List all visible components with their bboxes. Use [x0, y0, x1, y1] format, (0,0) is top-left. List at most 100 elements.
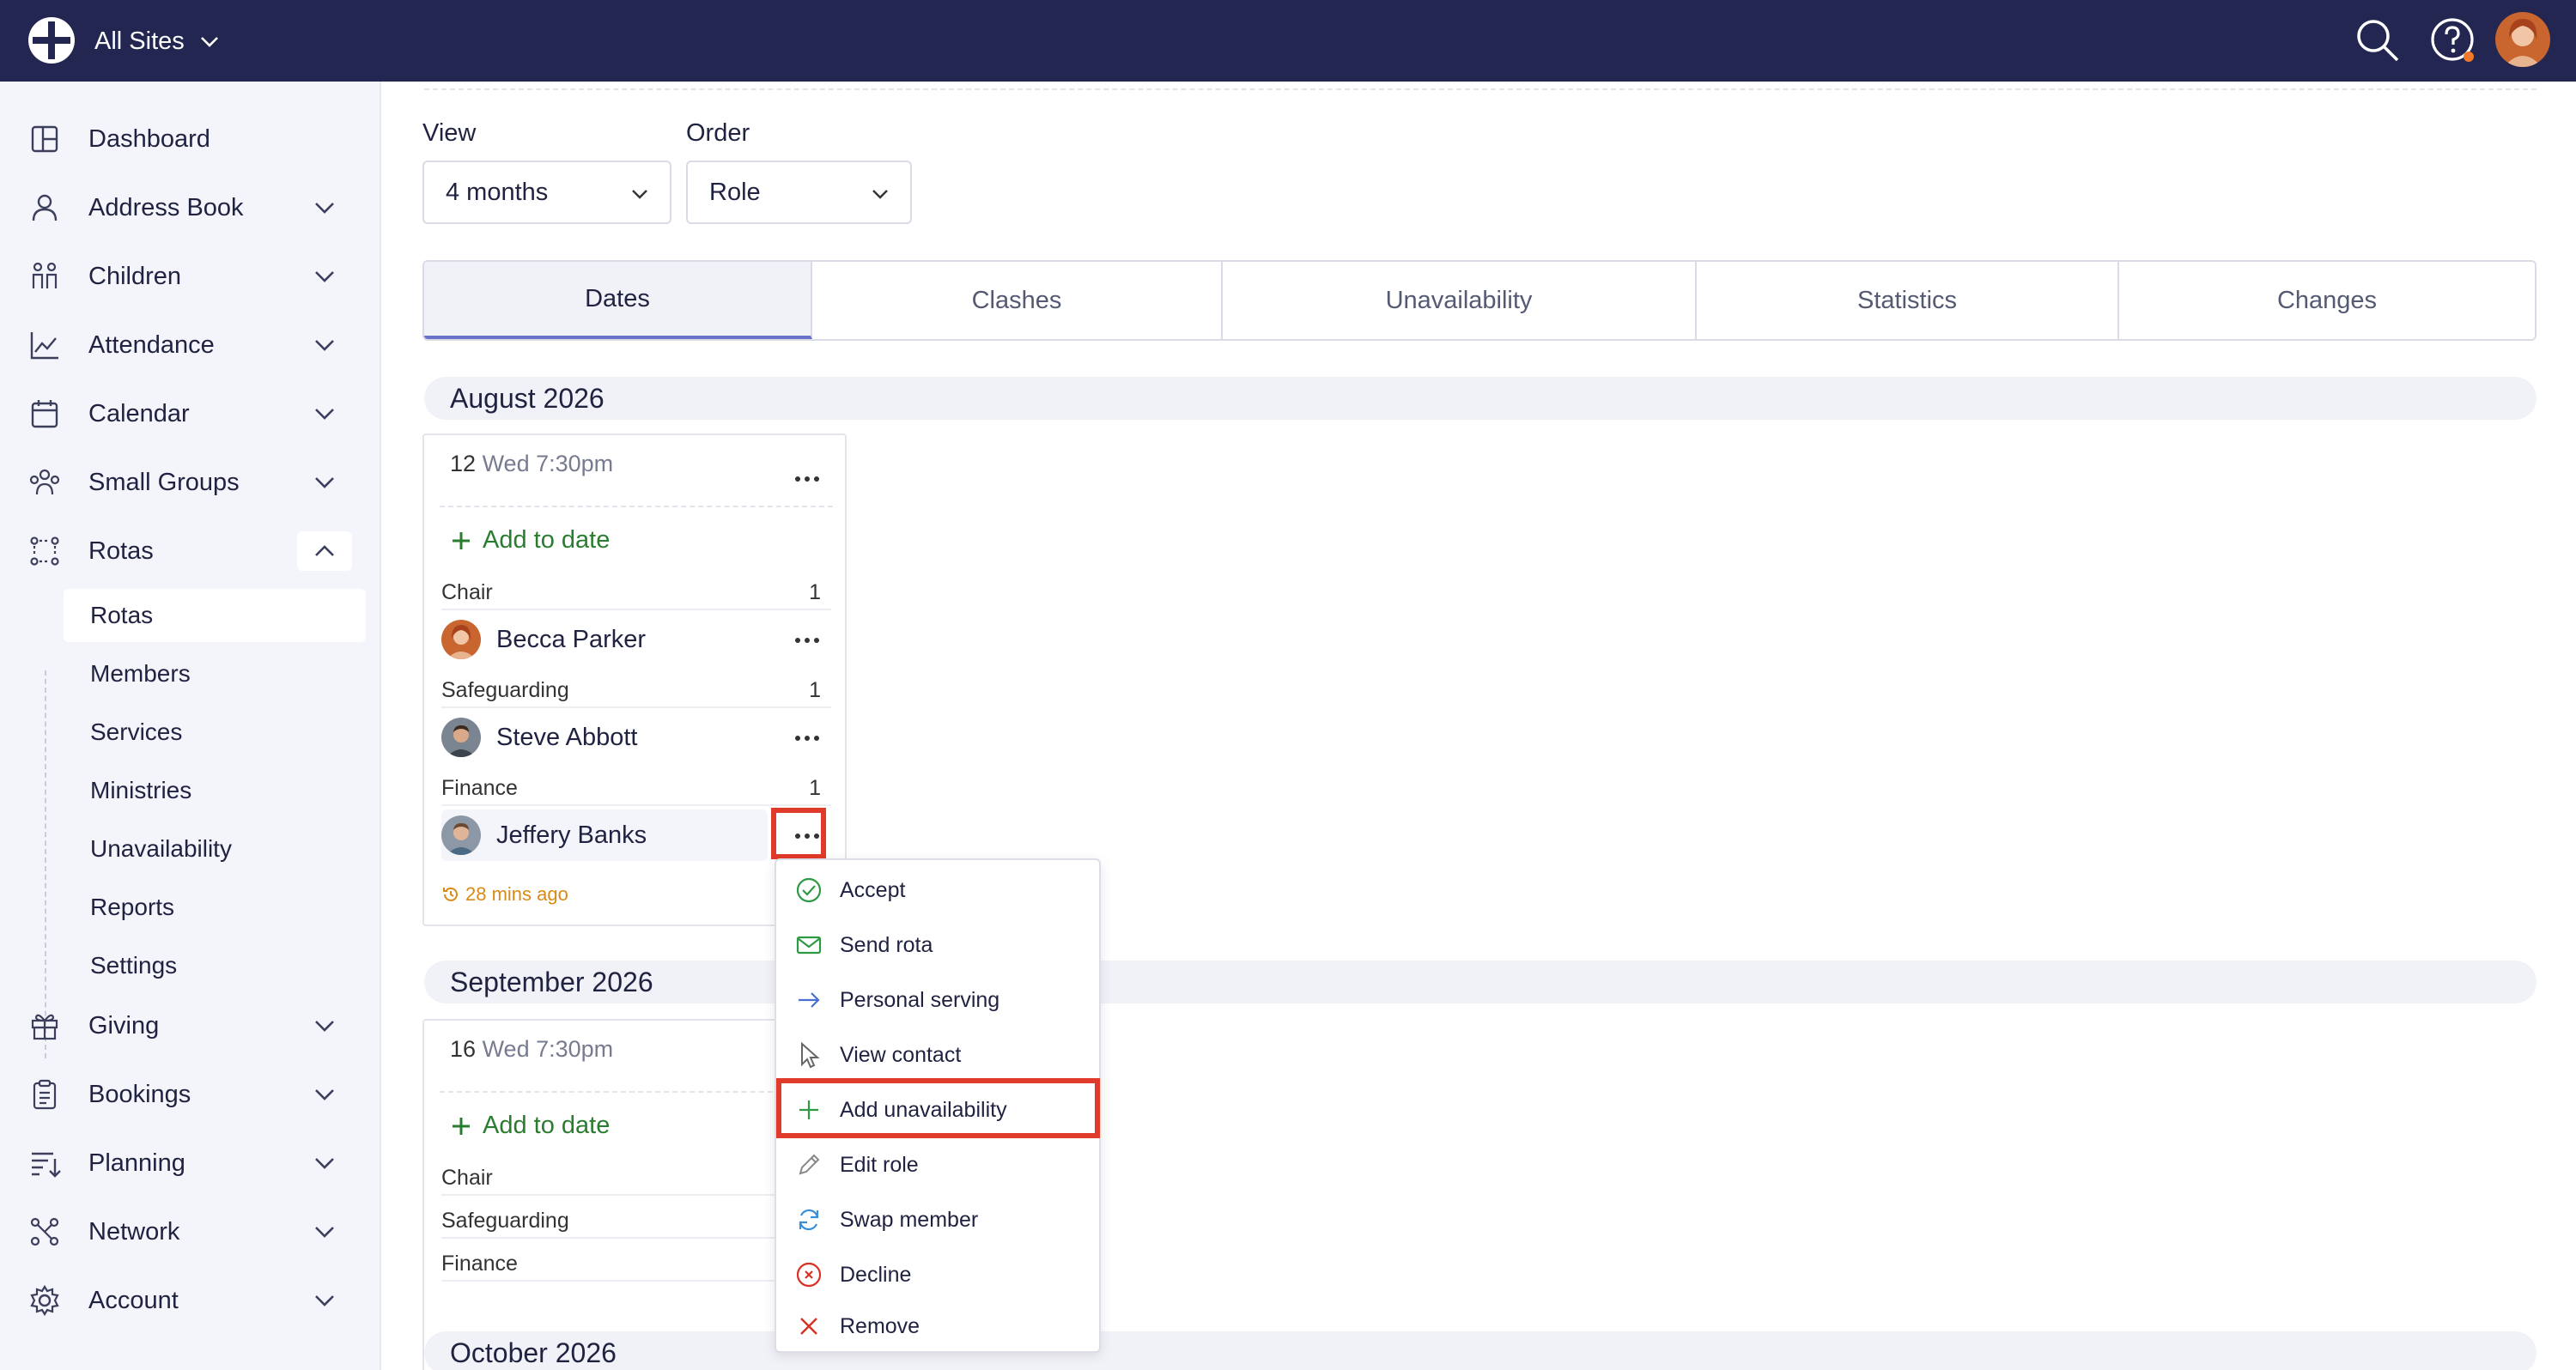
- tab-dates[interactable]: Dates: [424, 262, 812, 339]
- sidebar-item-label: Address Book: [88, 193, 244, 221]
- sidebar-subitem-members[interactable]: Members: [64, 647, 366, 700]
- divider: [424, 88, 2537, 90]
- card-date: 12 Wed 7:30pm: [450, 451, 613, 477]
- chart-icon: [30, 332, 58, 360]
- sidebar-item-rotas[interactable]: Rotas: [0, 521, 381, 581]
- sidebar-item-children[interactable]: Children: [0, 246, 381, 306]
- member-name[interactable]: Steve Abbott: [496, 724, 637, 752]
- view-label: View: [422, 119, 477, 147]
- sidebar-item-account[interactable]: Account: [0, 1270, 381, 1331]
- chevron-down-icon: [315, 203, 334, 214]
- month-header: August 2026: [424, 377, 2537, 420]
- chevron-down-icon: [200, 37, 218, 47]
- member-more-button[interactable]: [788, 627, 826, 653]
- sidebar-subitem-rotas[interactable]: Rotas: [64, 589, 366, 642]
- card-more-button[interactable]: [788, 466, 826, 492]
- menu-item-decline[interactable]: Decline: [778, 1248, 1099, 1301]
- children-icon: [32, 262, 58, 288]
- sidebar-item-label: Dashboard: [88, 124, 210, 153]
- card-date: 16 Wed 7:30pm: [450, 1036, 613, 1063]
- order-label: Order: [686, 119, 750, 147]
- chevron-down-icon: [315, 271, 334, 282]
- menu-item-send-rota[interactable]: Send rota: [778, 918, 1099, 972]
- sidebar-subitem-unavailability[interactable]: Unavailability: [64, 822, 366, 876]
- envelope-icon: [796, 936, 822, 955]
- member-name[interactable]: Jeffery Banks: [496, 821, 647, 850]
- role-name: Chair: [441, 579, 493, 604]
- highlight-box: [776, 1078, 1100, 1138]
- month-header: October 2026: [424, 1331, 2537, 1370]
- avatar: [441, 718, 481, 757]
- menu-item-label: Personal serving: [840, 987, 1000, 1012]
- chevron-down-icon: [315, 477, 334, 488]
- person-icon: [32, 194, 58, 221]
- member-row: Steve Abbott: [441, 712, 831, 763]
- menu-item-label: Send rota: [840, 932, 933, 957]
- sidebar-subitem-reports[interactable]: Reports: [64, 881, 366, 934]
- sidebar-subitem-settings[interactable]: Settings: [64, 939, 366, 992]
- logo-icon[interactable]: [26, 15, 77, 66]
- sidebar-item-label: Attendance: [88, 330, 215, 359]
- card-day: 16: [450, 1036, 477, 1062]
- add-to-date-button[interactable]: Add to date: [450, 1112, 610, 1140]
- search-icon[interactable]: [2353, 15, 2403, 65]
- menu-item-edit-role[interactable]: Edit role: [778, 1138, 1099, 1191]
- menu-item-label: Decline: [840, 1262, 912, 1287]
- last-updated: 28 mins ago: [441, 883, 568, 906]
- sidebar-item-address-book[interactable]: Address Book: [0, 178, 381, 238]
- chevron-down-icon: [315, 1295, 334, 1306]
- close-icon: [800, 1318, 817, 1335]
- sidebar-subitem-services[interactable]: Services: [64, 706, 366, 759]
- role-name: Safeguarding: [441, 677, 569, 702]
- menu-item-personal-serving[interactable]: Personal serving: [778, 973, 1099, 1027]
- sidebar-item-bookings[interactable]: Bookings: [0, 1064, 381, 1124]
- menu-item-view-contact[interactable]: View contact: [778, 1028, 1099, 1082]
- sidebar-item-calendar[interactable]: Calendar: [0, 384, 381, 444]
- plus-icon: [453, 1117, 470, 1135]
- sidebar-item-label: Children: [88, 262, 181, 290]
- help-icon[interactable]: [2428, 15, 2478, 65]
- tab-statistics[interactable]: Statistics: [1697, 262, 2119, 339]
- site-switcher-label: All Sites: [94, 27, 185, 55]
- card-time: Wed 7:30pm: [482, 451, 614, 476]
- top-bar: All Sites: [0, 0, 2576, 82]
- member-name[interactable]: Becca Parker: [496, 626, 646, 654]
- tab-unavailability[interactable]: Unavailability: [1223, 262, 1697, 339]
- sidebar-item-planning[interactable]: Planning: [0, 1133, 381, 1193]
- tab-changes[interactable]: Changes: [2119, 262, 2535, 339]
- user-avatar[interactable]: [2495, 12, 2550, 67]
- site-switcher[interactable]: All Sites: [94, 24, 221, 58]
- menu-item-remove[interactable]: Remove: [778, 1300, 1099, 1353]
- role-row: Safeguarding: [441, 1204, 831, 1239]
- tab-clashes[interactable]: Clashes: [812, 262, 1223, 339]
- sidebar-item-attendance[interactable]: Attendance: [0, 315, 381, 375]
- sidebar-item-small-groups[interactable]: Small Groups: [0, 452, 381, 512]
- sidebar-item-network[interactable]: Network: [0, 1202, 381, 1262]
- chevron-down-icon: [632, 190, 647, 199]
- role-name: Finance: [441, 775, 518, 800]
- sidebar: Dashboard Address Book Children Attendan…: [0, 82, 381, 1370]
- menu-item-accept[interactable]: Accept: [778, 864, 1099, 917]
- add-to-date-label: Add to date: [483, 1112, 611, 1139]
- cursor-icon: [801, 1041, 820, 1069]
- avatar: [441, 620, 481, 659]
- chevron-down-icon: [872, 190, 888, 199]
- avatar: [441, 815, 481, 855]
- sidebar-item-dashboard[interactable]: Dashboard: [0, 109, 381, 169]
- view-select[interactable]: 4 months: [422, 161, 671, 224]
- sidebar-item-label: Giving: [88, 1011, 160, 1040]
- last-updated-text: 28 mins ago: [465, 883, 568, 905]
- order-select[interactable]: Role: [686, 161, 912, 224]
- member-row: Jeffery Banks: [441, 809, 768, 861]
- menu-item-swap-member[interactable]: Swap member: [778, 1193, 1099, 1246]
- sidebar-item-label: Rotas: [88, 536, 154, 565]
- sidebar-subitem-ministries[interactable]: Ministries: [64, 764, 366, 817]
- card-day: 12: [450, 451, 477, 476]
- add-to-date-button[interactable]: Add to date: [450, 526, 610, 555]
- add-to-date-label: Add to date: [483, 526, 611, 554]
- card-time: Wed 7:30pm: [482, 1036, 614, 1062]
- sidebar-item-giving[interactable]: Giving: [0, 996, 381, 1056]
- calendar-icon: [31, 400, 58, 428]
- member-more-button[interactable]: [788, 725, 826, 751]
- collapse-button[interactable]: [297, 531, 352, 571]
